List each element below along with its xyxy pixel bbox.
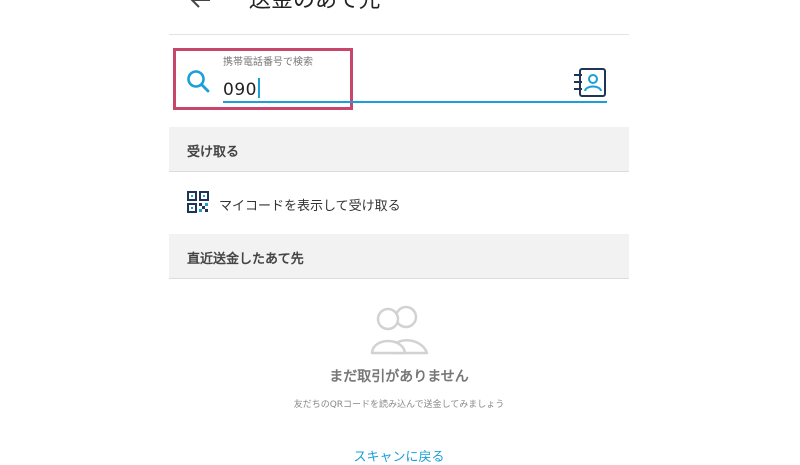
phone-search-value: 090 (223, 80, 257, 100)
qr-code-icon (187, 191, 209, 213)
text-caret (257, 78, 260, 98)
page-title: 送金のあて先 (249, 0, 381, 13)
recent-section-title: 直近送金したあて先 (187, 252, 304, 267)
back-to-scan-link[interactable]: スキャンに戻る (169, 446, 629, 465)
recent-section-header: 直近送金したあて先 (169, 234, 629, 279)
search-icon (187, 70, 210, 93)
send-destination-panel: 送金のあて先 携帯電話番号で検索 090 受け取る マイコードを表示して受け取る… (169, 0, 629, 465)
show-my-code-label: マイコードを表示して受け取る (219, 199, 401, 214)
receive-section-header: 受け取る (169, 127, 629, 172)
address-book-icon[interactable] (573, 67, 607, 99)
show-my-code-button[interactable]: マイコードを表示して受け取る (169, 172, 629, 234)
back-arrow-icon[interactable] (189, 0, 213, 12)
empty-state-subtitle: 友だちのQRコードを読み込んで送金してみましょう (293, 400, 505, 410)
users-icon (370, 305, 429, 355)
app-header: 送金のあて先 (169, 0, 629, 35)
search-field-label: 携帯電話番号で検索 (223, 57, 313, 68)
search-input-underline (223, 101, 607, 103)
phone-search-area: 携帯電話番号で検索 090 (169, 35, 629, 125)
phone-search-input[interactable]: 090 (223, 78, 260, 100)
receive-section-title: 受け取る (187, 145, 240, 160)
empty-state-title: まだ取引がありません (329, 369, 469, 385)
